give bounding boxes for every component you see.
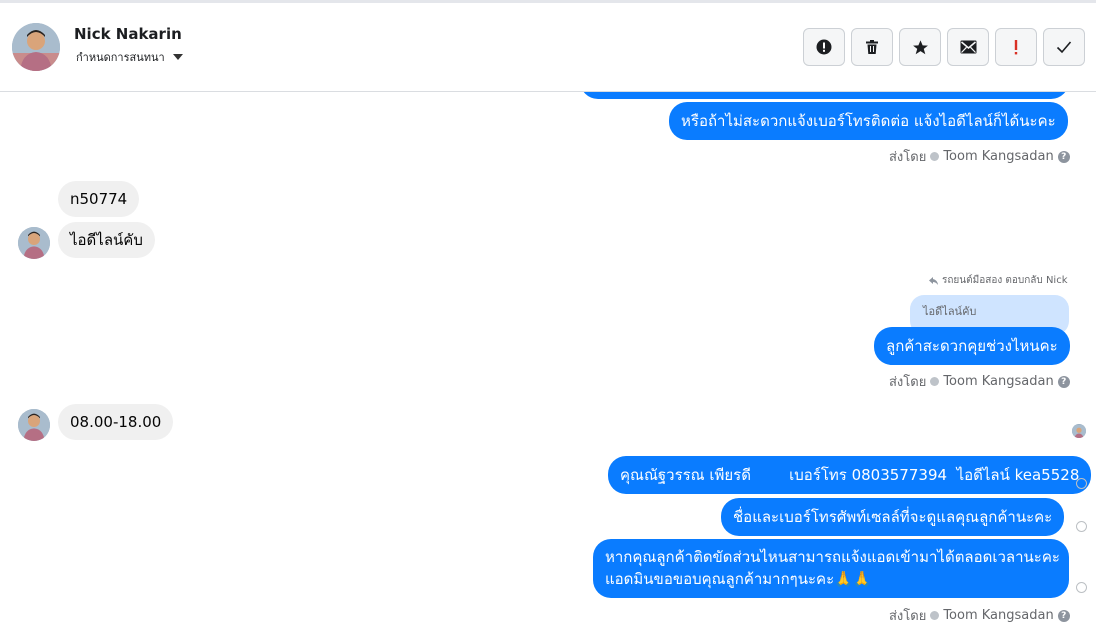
message-bubble-outgoing: คุณณัฐวรรณ เพียรดี เบอร์โทร 0803577394 ไ… — [608, 456, 1092, 494]
message-bubble-outgoing: ชื่อและเบอร์โทรศัพท์เซลล์ที่จะดูแลคุณลูก… — [721, 498, 1065, 536]
sent-by-prefix: ส่งโดย — [889, 375, 927, 390]
exclamation-icon — [1014, 40, 1018, 55]
message-thread: หรือถ้าไม่สะดวกแจ้งเบอร์โทรติดต่อ แจ้งไอ… — [0, 92, 1096, 637]
mark-done-button[interactable] — [1043, 28, 1085, 66]
sent-by-label: ส่งโดย Toom Kangsadan ? — [889, 371, 1070, 392]
checkmark-icon — [1056, 41, 1072, 54]
agent-name: Toom Kangsadan — [943, 149, 1054, 164]
reply-arrow-icon — [929, 276, 938, 285]
assign-conversation-dropdown[interactable]: กำหนดการสนทนา — [76, 48, 183, 66]
message-bubble-outgoing: ลูกค้าสะดวกคุยช่วงไหนคะ — [874, 327, 1070, 365]
message-line: หากคุณลูกค้าติดขัดส่วนไหนสามารถแจ้งแอดเข… — [605, 548, 1060, 566]
reply-meta-text: รถยนต์มือสอง ตอบกลับ Nick — [942, 275, 1068, 286]
contact-avatar-small — [18, 409, 50, 441]
sent-by-label: ส่งโดย Toom Kangsadan ? — [889, 605, 1070, 626]
conversation-header: Nick Nakarin กำหนดการสนทนา — [0, 3, 1096, 92]
help-icon[interactable]: ? — [1057, 150, 1070, 163]
star-icon — [912, 39, 928, 54]
envelope-icon — [960, 40, 976, 54]
status-dot-icon — [930, 377, 940, 386]
help-icon[interactable]: ? — [1057, 609, 1070, 622]
alert-button[interactable] — [803, 28, 845, 66]
seen-avatar — [1072, 424, 1086, 438]
delivered-check-icon — [1076, 478, 1087, 489]
sent-by-prefix: ส่งโดย — [889, 150, 927, 165]
alert-circle-icon — [816, 39, 832, 55]
delivered-check-icon — [1076, 521, 1087, 532]
caret-down-icon — [172, 54, 183, 60]
message-bubble-outgoing: หากคุณลูกค้าติดขัดส่วนไหนสามารถแจ้งแอดเข… — [593, 539, 1069, 598]
agent-name: Toom Kangsadan — [943, 374, 1054, 389]
sent-by-label: ส่งโดย Toom Kangsadan ? — [889, 146, 1070, 167]
contact-name[interactable]: Nick Nakarin — [74, 25, 182, 43]
email-button[interactable] — [947, 28, 989, 66]
sent-by-prefix: ส่งโดย — [889, 609, 927, 624]
message-line: แอดมินขอขอบคุณลูกค้ามากๆนะคะ🙏🙏 — [605, 570, 872, 588]
status-dot-icon — [930, 611, 940, 620]
message-bubble-outgoing — [580, 92, 1069, 99]
message-text: คุณณัฐวรรณ เพียรดี เบอร์โทร 0803577394 ไ… — [620, 466, 1080, 484]
mark-important-button[interactable] — [995, 28, 1037, 66]
help-icon[interactable]: ? — [1057, 375, 1070, 388]
toolbar — [803, 28, 1085, 66]
message-bubble-incoming: ไอดีไลน์คับ — [58, 222, 155, 258]
agent-name: Toom Kangsadan — [943, 608, 1054, 623]
message-bubble-outgoing: หรือถ้าไม่สะดวกแจ้งเบอร์โทรติดต่อ แจ้งไอ… — [669, 102, 1068, 140]
message-bubble-incoming: n50774 — [58, 181, 140, 217]
star-button[interactable] — [899, 28, 941, 66]
delivered-check-icon — [1076, 582, 1087, 593]
contact-avatar-small — [18, 227, 50, 259]
delete-button[interactable] — [851, 28, 893, 66]
assign-label: กำหนดการสนทนา — [76, 51, 165, 64]
trash-icon — [866, 40, 878, 54]
reply-meta: รถยนต์มือสอง ตอบกลับ Nick — [929, 273, 1068, 288]
status-dot-icon — [930, 152, 940, 161]
message-bubble-incoming: 08.00-18.00 — [58, 404, 174, 440]
contact-avatar[interactable] — [12, 23, 60, 71]
